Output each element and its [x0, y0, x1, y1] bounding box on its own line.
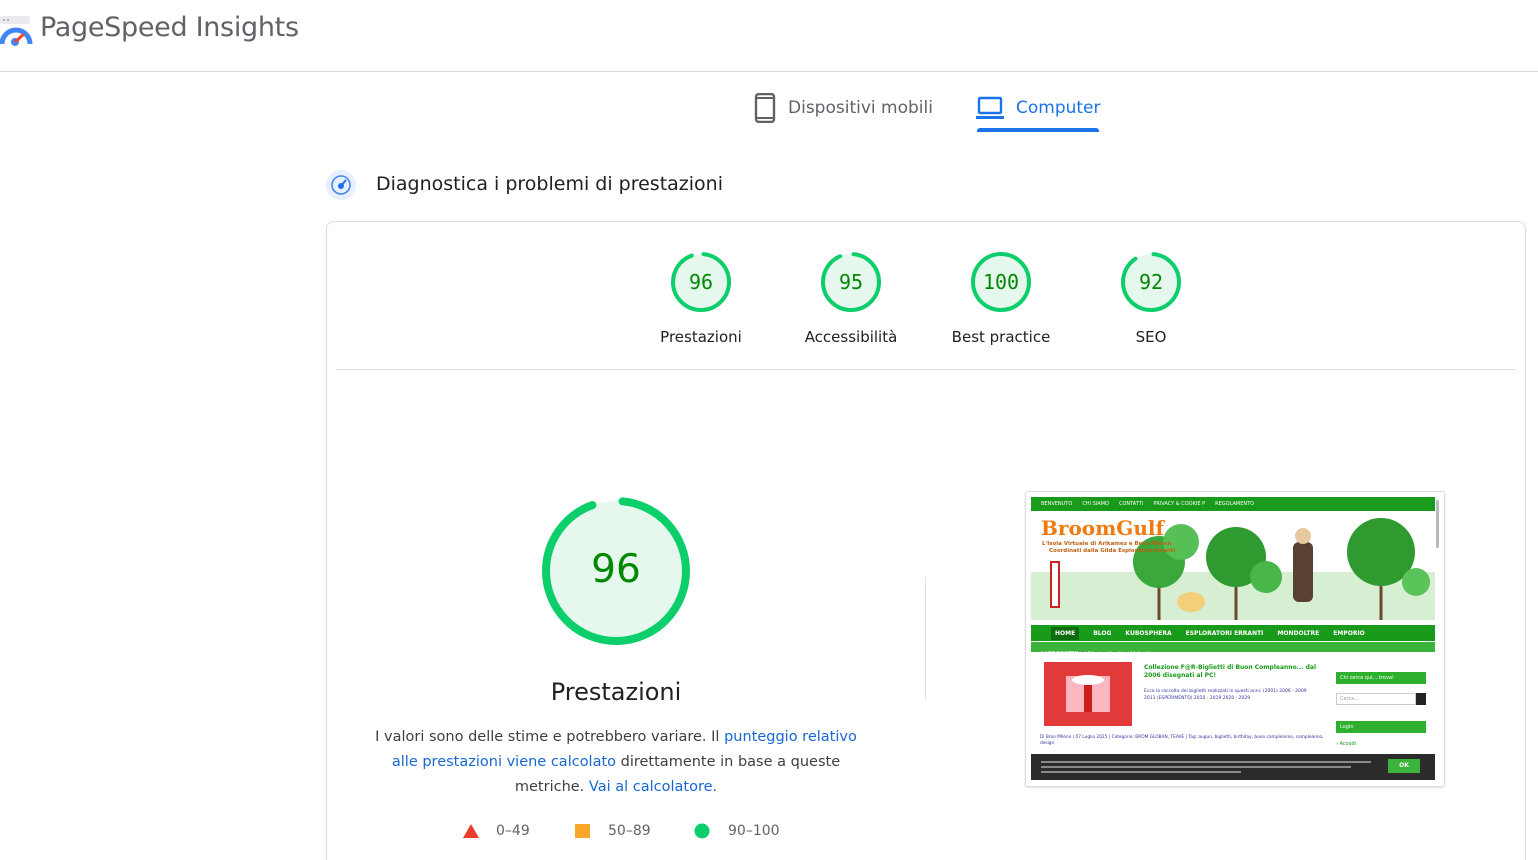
- green-circle-icon: [694, 823, 710, 839]
- cookie-ok-button: OK: [1388, 759, 1420, 773]
- sidebar-accedi: › Accedi: [1336, 741, 1357, 747]
- legend-pass: 90–100: [694, 823, 780, 839]
- birthday-card-image: [1044, 662, 1132, 726]
- post-thumbnail: [1044, 662, 1132, 726]
- laptop-icon: [976, 96, 1004, 119]
- performance-title: Prestazioni: [550, 678, 682, 706]
- site-nav-item: BLOG: [1093, 629, 1112, 637]
- cookie-text-lines: [1041, 761, 1371, 773]
- site-nav-item: MONDOLTRE: [1277, 629, 1320, 637]
- sidebar-heading: Chi cerca qui... trova!: [1336, 672, 1426, 684]
- smartphone-icon: [754, 93, 776, 123]
- diagnostics-icon: [326, 170, 356, 200]
- score-value: 100: [982, 270, 1020, 294]
- legend-range: 50–89: [608, 823, 651, 839]
- cookie-banner: [1031, 754, 1435, 780]
- score-label: Accessibilità: [804, 328, 898, 346]
- score-gauge-best-practices[interactable]: 100 Best practice: [926, 251, 1076, 346]
- site-search-box: Cerca...: [1336, 693, 1416, 705]
- section-title: Diagnostica i problemi di prestazioni: [376, 173, 724, 195]
- performance-score: 96: [591, 547, 641, 592]
- site-nav-item: HOME: [1051, 626, 1080, 640]
- tab-mobile[interactable]: Dispositivi mobili: [754, 84, 933, 132]
- pagespeed-logo-icon[interactable]: [0, 14, 34, 48]
- legend-range: 90–100: [728, 823, 780, 839]
- site-top-links: BENVENUTO CHI SIAMO CONTATTI PRIVACY & C…: [1031, 497, 1435, 511]
- site-link: CONTATTI: [1118, 501, 1144, 507]
- score-gauge-seo[interactable]: 92 SEO: [1076, 251, 1226, 346]
- score-label: Prestazioni: [660, 328, 742, 346]
- site-link: CHI SIAMO: [1082, 501, 1109, 507]
- thumb-scrollbar: [1436, 500, 1439, 548]
- score-gauge-performance[interactable]: 96 Prestazioni: [626, 251, 776, 346]
- score-value: 95: [838, 270, 864, 294]
- last-posted-text: LAST POSTED – Ultimi articoli pubblicati: [1041, 651, 1151, 657]
- divider: [336, 369, 1516, 370]
- tab-desktop-label: Computer: [1016, 98, 1101, 118]
- post-title: Collezione F@R-Biglietti di Buon Complea…: [1144, 664, 1317, 679]
- site-link: BENVENUTO: [1041, 501, 1073, 507]
- search-icon: [1416, 693, 1426, 705]
- legend-range: 0–49: [496, 823, 530, 839]
- brand-title[interactable]: PageSpeed Insights: [40, 12, 299, 43]
- score-value: 96: [688, 270, 714, 294]
- tab-mobile-label: Dispositivi mobili: [788, 98, 933, 118]
- site-nav-item: KUBOSPHERA: [1125, 629, 1172, 637]
- orange-square-icon: [575, 824, 590, 838]
- site-link: PRIVACY & COOKIE P: [1153, 501, 1206, 507]
- active-tab-indicator: [977, 128, 1099, 132]
- score-gauge-accessibility[interactable]: 95 Accessibilità: [776, 251, 926, 346]
- desc-text: I valori sono delle stime e potrebbero v…: [375, 729, 725, 745]
- site-brand: BroomGulf: [1041, 516, 1165, 540]
- top-app-bar: PageSpeed Insights: [0, 0, 1538, 72]
- site-banner: BroomGulf L'Isola Virtuale di Arikamez e…: [1031, 512, 1435, 620]
- site-link: REGOLAMENTO: [1215, 501, 1255, 507]
- site-nav: HOME BLOG KUBOSPHERA ESPLORATORI ERRANTI…: [1031, 625, 1435, 641]
- calculator-link[interactable]: Vai al calcolatore.: [589, 779, 717, 795]
- site-nav-item: ESPLORATORI ERRANTI: [1185, 629, 1264, 637]
- site-tagline: Coordinati dalla Gilda Esploratori Erran…: [1049, 548, 1176, 554]
- score-value: 92: [1138, 270, 1164, 294]
- performance-description: I valori sono delle stime e potrebbero v…: [366, 725, 866, 800]
- score-label: Best practice: [951, 328, 1051, 346]
- site-nav-item: EMPORIO: [1333, 629, 1365, 637]
- tab-desktop[interactable]: Computer: [976, 84, 1101, 132]
- site-tagline: L'Isola Virtuale di Arikamez e Broo Mlle…: [1042, 541, 1172, 547]
- site-last-posted: LAST POSTED – Ultimi articoli pubblicati: [1031, 642, 1435, 657]
- red-triangle-icon: [463, 824, 479, 838]
- score-label: SEO: [1135, 328, 1167, 346]
- post-meta: Di Broo Mllenn | 07 Luglio 2025 | Catego…: [1040, 735, 1324, 746]
- final-screenshot[interactable]: BENVENUTO CHI SIAMO CONTATTI PRIVACY & C…: [1025, 491, 1445, 787]
- post-excerpt: Ecco la raccolta dei biglietti realizzat…: [1144, 689, 1307, 701]
- legend-average: 50–89: [574, 823, 651, 839]
- vertical-divider: [925, 577, 926, 699]
- sidebar-login: Login: [1336, 721, 1426, 733]
- legend-fail: 0–49: [462, 823, 530, 839]
